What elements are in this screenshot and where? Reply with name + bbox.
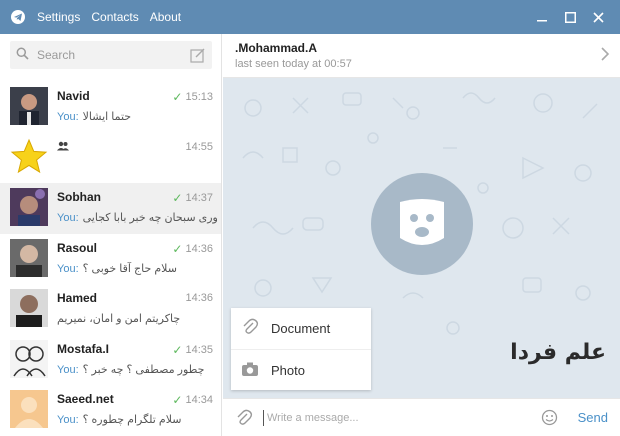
chat-time: ✓ 14:35: [172, 343, 213, 357]
search-input[interactable]: [37, 48, 167, 62]
camera-icon: [241, 361, 259, 380]
chat-preview-text: چاکریتم امن و امان، نمیریم: [57, 313, 181, 325]
attach-document-item[interactable]: Document: [231, 308, 371, 349]
message-input[interactable]: [263, 409, 533, 426]
chat-name: Sobhan: [57, 190, 101, 204]
chat-preview: You: حتما ایشالا: [57, 110, 217, 123]
chat-header[interactable]: .Mohammad.A last seen today at 00:57: [223, 34, 620, 78]
chat-name: Hamed: [57, 291, 98, 305]
compose-icon[interactable]: [190, 47, 206, 63]
smiley-icon[interactable]: [541, 409, 558, 429]
chat-list: Navid ✓ 15:13 You: حتما ایشالا 14:55 Sobha…: [0, 82, 221, 436]
attach-photo-label: Photo: [271, 362, 305, 378]
search-box[interactable]: [10, 41, 212, 69]
attach-menu: Document Photo: [231, 308, 371, 390]
chat-time: 14:36: [185, 292, 213, 304]
search-bar: [0, 34, 221, 76]
chat-time-value: 14:35: [185, 343, 213, 356]
chat-row-sobhan[interactable]: Sobhan ✓14:37 You:چطوری سبحان چه خبر باب…: [0, 183, 221, 234]
search-icon: [16, 47, 29, 63]
chat-name: Saeed.net: [57, 392, 114, 406]
chevron-right-icon[interactable]: [600, 46, 610, 65]
chat-time-value: 14:34: [185, 394, 213, 406]
read-check-icon: ✓: [172, 191, 183, 205]
chat-time-value: 14:55: [185, 140, 213, 153]
read-check-icon: ✓: [172, 241, 183, 256]
attach-document-label: Document: [271, 321, 331, 336]
chat-time: ✓ 14:34: [172, 393, 213, 407]
window-controls: [528, 0, 612, 34]
avatar: [10, 87, 48, 125]
chat-preview: You: چطور مصطفی ؟ چه خبر ؟: [57, 363, 217, 376]
chat-preview: You: سلام تلگرام چطوره ؟: [57, 413, 217, 426]
chat-row-rasoul[interactable]: Rasoul ✓ 14:36 You: سلام حاج آقا خوبی ؟: [0, 234, 221, 285]
chat-time: ✓ 14:36: [172, 242, 213, 256]
message-composer: Send: [223, 398, 620, 436]
peer-name: .Mohammad.A: [235, 41, 318, 55]
chat-preview: You:چطوری سبحان چه خبر بابا کجایی: [57, 211, 217, 224]
chat-panel: .Mohammad.A last seen today at 00:57 Doc…: [223, 34, 620, 436]
chat-time-value: 14:36: [185, 242, 213, 255]
you-label: You:: [57, 262, 79, 275]
paperclip-icon: [241, 318, 259, 339]
chat-time: ✓ 14:37: [172, 191, 213, 205]
peer-avatar-placeholder: [371, 173, 473, 275]
title-bar: Settings Contacts About: [0, 0, 620, 34]
watermark-logo: علم فردا: [510, 340, 606, 365]
avatar: [10, 339, 48, 378]
peer-status: last seen today at 00:57: [235, 58, 352, 70]
avatar: [10, 188, 48, 226]
avatar: [10, 289, 48, 327]
chat-name: Mostafa.I: [57, 341, 110, 356]
you-label: You:: [57, 212, 79, 224]
close-icon[interactable]: [584, 0, 612, 34]
chat-row-mostafa[interactable]: Mostafa.I ✓ 14:35 You: چطور مصطفی ؟ چه خبر…: [0, 335, 221, 386]
chat-preview: چاکریتم امن و امان، نمیریم: [57, 312, 217, 325]
menu-about[interactable]: About: [150, 10, 181, 24]
chat-time: 14:55: [185, 141, 213, 153]
menu-contacts[interactable]: Contacts: [91, 10, 138, 24]
chat-preview-text: سلام تلگرام چطوره ؟: [82, 414, 182, 426]
maximize-icon[interactable]: [556, 0, 584, 34]
chat-background: Document Photo علم فردا: [223, 78, 620, 398]
attach-photo-item[interactable]: Photo: [231, 349, 371, 390]
avatar: [10, 238, 48, 277]
chat-preview: You: سلام حاج آقا خوبی ؟: [57, 262, 217, 275]
read-check-icon: ✓: [172, 393, 183, 407]
chat-preview-text: حتما ایشالا: [82, 111, 132, 123]
chat-time: ✓ 15:13: [172, 90, 213, 104]
menu-settings[interactable]: Settings: [37, 10, 80, 24]
chat-row-hamed[interactable]: Hamed 14:36 چاکریتم امن و امان، نمیریم: [0, 284, 221, 335]
chat-preview-text: سلام حاج آقا خوبی ؟: [82, 262, 177, 275]
chat-row-group[interactable]: 14:55: [0, 133, 221, 184]
you-label: You:: [57, 414, 79, 426]
group-icon: [57, 140, 69, 154]
chat-preview-text: چطور مصطفی ؟ چه خبر ؟: [82, 363, 205, 376]
telegram-logo-icon: [11, 10, 25, 24]
you-label: You:: [57, 111, 79, 123]
avatar: [10, 390, 48, 428]
you-label: You:: [57, 363, 79, 376]
chat-name: Navid: [57, 89, 90, 103]
chat-row-saeed[interactable]: Saeed.net ✓ 14:34 You: سلام تلگرام چطوره ؟: [0, 385, 221, 436]
chat-name: Rasoul: [57, 240, 98, 255]
read-check-icon: ✓: [172, 342, 183, 357]
chat-time-value: 14:37: [185, 192, 213, 204]
chat-time-value: 15:13: [185, 91, 213, 103]
minimize-icon[interactable]: [528, 0, 556, 34]
chat-list-panel: Navid ✓15:13 You:حتما ایشالا 14:55 Sobha…: [0, 34, 222, 436]
chat-preview-text: چطوری سبحان چه خبر بابا کجایی: [82, 212, 217, 224]
chat-row-navid[interactable]: Navid ✓ 15:13 You: حتما ایشالا: [0, 82, 221, 133]
read-check-icon: ✓: [172, 90, 183, 104]
paperclip-icon[interactable]: [229, 403, 259, 433]
send-button[interactable]: Send: [578, 410, 608, 425]
star-icon: [10, 138, 48, 176]
chat-time-value: 14:36: [185, 292, 213, 304]
